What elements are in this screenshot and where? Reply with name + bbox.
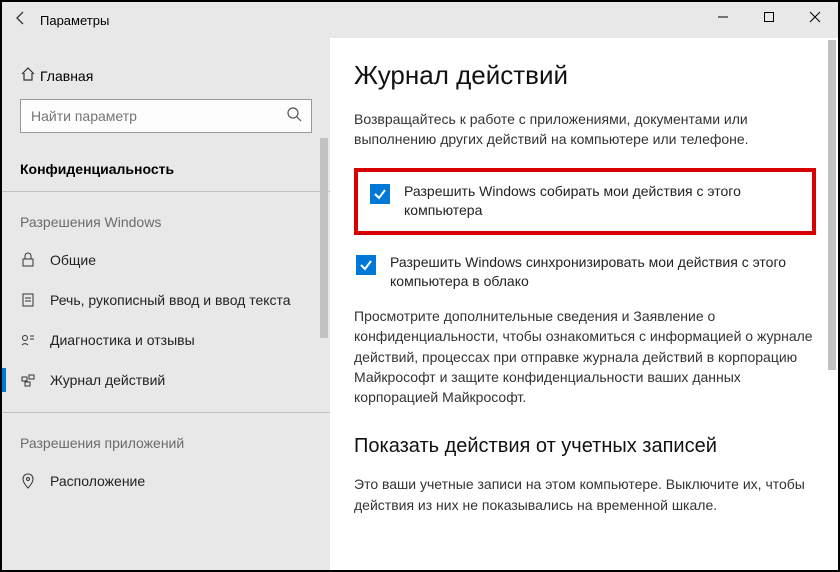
nav-label: Речь, рукописный ввод и ввод текста (50, 292, 291, 308)
checkbox-sync[interactable] (356, 255, 376, 275)
nav-label: Диагностика и отзывы (50, 332, 195, 348)
group-label-windows: Разрешения Windows (2, 206, 330, 240)
nav-label: Расположение (50, 473, 145, 489)
content-scrollbar[interactable] (828, 40, 836, 370)
lock-icon (20, 252, 50, 268)
sidebar: Главная Конфиденциальность Разрешения Wi… (2, 38, 330, 570)
maximize-button[interactable] (746, 2, 792, 32)
back-button[interactable] (2, 10, 40, 31)
search-icon (286, 106, 302, 127)
checkbox-row-sync: Разрешить Windows синхронизировать мои д… (354, 249, 816, 306)
home-label: Главная (40, 68, 93, 84)
checkbox-sync-label: Разрешить Windows синхронизировать мои д… (390, 253, 814, 292)
window-title: Параметры (40, 13, 109, 28)
titlebar: Параметры (2, 2, 838, 38)
sidebar-scrollbar[interactable] (320, 138, 328, 338)
nav-label: Общие (50, 252, 96, 268)
section-heading-accounts: Показать действия от учетных записей (354, 435, 816, 458)
checkbox-collect-label: Разрешить Windows собирать мои действия … (404, 182, 800, 221)
clipboard-icon (20, 292, 50, 308)
section-heading: Конфиденциальность (2, 151, 330, 191)
nav-diagnostics[interactable]: Диагностика и отзывы (2, 320, 330, 360)
content-pane: Журнал действий Возвращайтесь к работе с… (330, 38, 838, 570)
location-icon (20, 473, 50, 489)
home-icon (20, 66, 40, 85)
nav-label: Журнал действий (50, 372, 165, 388)
nav-general[interactable]: Общие (2, 240, 330, 280)
close-button[interactable] (792, 2, 838, 32)
checkbox-collect[interactable] (370, 184, 390, 204)
home-link[interactable]: Главная (2, 60, 330, 99)
group-label-apps: Разрешения приложений (2, 427, 330, 461)
feedback-icon (20, 332, 50, 348)
divider (2, 191, 330, 192)
info-text: Просмотрите дополнительные сведения и За… (354, 306, 816, 407)
accounts-text: Это ваши учетные записи на этом компьюте… (354, 474, 816, 515)
intro-text: Возвращайтесь к работе с приложениями, д… (354, 109, 816, 150)
nav-activity-history[interactable]: Журнал действий (2, 360, 330, 400)
search-input[interactable] (20, 99, 312, 133)
nav-location[interactable]: Расположение (2, 461, 330, 501)
minimize-button[interactable] (700, 2, 746, 32)
highlight-box: Разрешить Windows собирать мои действия … (354, 168, 816, 235)
page-title: Журнал действий (354, 60, 816, 91)
divider (2, 412, 330, 413)
history-icon (20, 372, 50, 388)
nav-speech[interactable]: Речь, рукописный ввод и ввод текста (2, 280, 330, 320)
search-box[interactable] (20, 99, 312, 133)
